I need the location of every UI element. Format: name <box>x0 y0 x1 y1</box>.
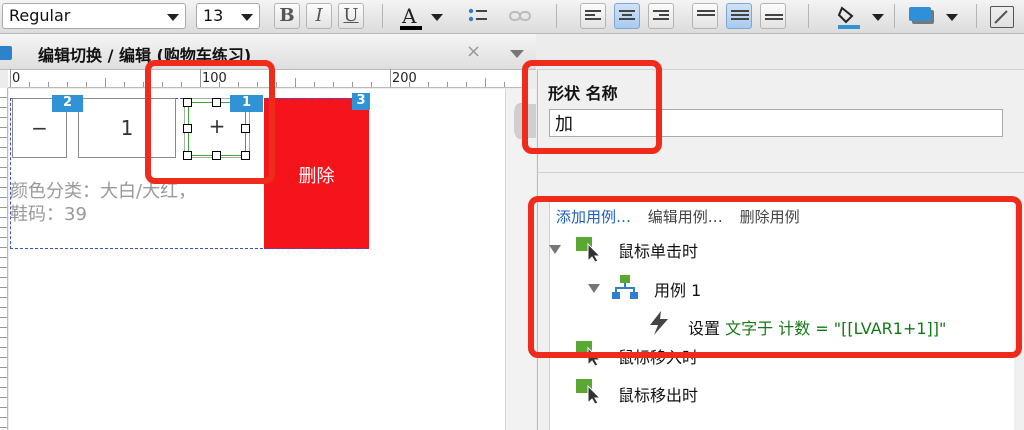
chevron-down-icon[interactable] <box>872 14 884 21</box>
vertical-ruler <box>0 88 8 430</box>
highlight-case-editor <box>528 196 1022 358</box>
overflow-icon <box>994 10 1008 24</box>
app-window: Regular 13 B I U A 编辑切换 / 编辑 (购物车练习) × 0… <box>0 0 1024 430</box>
valign-top-button[interactable] <box>692 3 718 29</box>
toolbar-overflow-button[interactable] <box>990 6 1014 28</box>
event-mouse-leave[interactable]: 鼠标移出时 <box>618 382 698 406</box>
formatting-toolbar: Regular 13 B I U A <box>0 0 1024 34</box>
ruler-tick <box>504 82 505 87</box>
align-left-button[interactable] <box>580 3 606 29</box>
ruler-tick <box>352 82 353 87</box>
ruler-tick <box>48 82 49 87</box>
ruler-mark: 200 <box>392 71 417 86</box>
link-icon <box>509 11 531 21</box>
valign-middle-icon <box>731 10 749 24</box>
shadow-icon <box>909 7 934 24</box>
align-right-icon <box>653 10 671 24</box>
ruler-tick <box>409 82 410 87</box>
panel-divider <box>537 172 1024 173</box>
interaction-badge: 3 <box>352 93 370 110</box>
ruler-tick <box>67 82 68 87</box>
ruler-tick <box>390 69 391 87</box>
shadow-button[interactable] <box>908 6 936 28</box>
underline-icon: U <box>343 5 359 26</box>
toolbar-divider <box>894 4 895 28</box>
mouse-leave-event-icon <box>576 379 601 404</box>
valign-top-icon <box>697 10 715 24</box>
valign-middle-button[interactable] <box>726 3 752 29</box>
bullet-list-icon <box>468 8 487 22</box>
toolbar-divider <box>808 4 809 28</box>
ruler-tick <box>333 82 334 87</box>
italic-button[interactable]: I <box>306 3 332 29</box>
align-right-button[interactable] <box>648 3 674 29</box>
fill-color-button[interactable] <box>836 4 862 30</box>
ruler-tick <box>295 78 296 87</box>
ruler-tick <box>485 78 486 87</box>
bold-button[interactable]: B <box>274 3 300 29</box>
align-left-icon <box>585 10 603 24</box>
ruler-tick <box>428 82 429 87</box>
ruler-tick <box>124 82 125 87</box>
valign-bottom-icon <box>765 10 783 24</box>
underline-button[interactable]: U <box>338 3 364 29</box>
ruler-tick <box>105 78 106 87</box>
valign-bottom-button[interactable] <box>760 3 786 29</box>
ruler-tick <box>10 69 11 87</box>
ruler-mark: 0 <box>12 71 21 86</box>
chevron-down-icon <box>167 14 179 21</box>
bold-icon: B <box>279 5 295 26</box>
font-size-value: 13 <box>203 6 224 25</box>
chevron-down-icon <box>241 14 253 21</box>
chevron-down-icon[interactable] <box>946 14 958 21</box>
font-color-button[interactable]: A <box>398 4 424 30</box>
highlight-shape-name <box>522 60 662 154</box>
interaction-badge: 2 <box>52 95 83 112</box>
page-icon <box>0 46 12 60</box>
quantity-value: 1 <box>120 116 134 140</box>
font-style-value: Regular <box>9 6 71 25</box>
minus-label: − <box>31 116 48 140</box>
ruler-tick <box>447 82 448 87</box>
ruler-tick <box>314 82 315 87</box>
align-center-button[interactable] <box>614 3 640 29</box>
paint-bucket-icon <box>837 6 860 29</box>
font-color-icon: A <box>402 4 417 28</box>
close-icon[interactable]: × <box>466 41 481 62</box>
align-center-icon <box>619 10 637 24</box>
product-size-text: 鞋码：39 <box>10 204 87 225</box>
chevron-down-icon[interactable] <box>431 14 443 21</box>
ruler-tick <box>86 82 87 87</box>
tab-menu-chevron-icon[interactable] <box>510 50 524 58</box>
toolbar-divider <box>556 4 557 28</box>
ruler-tick <box>143 82 144 87</box>
toolbar-divider <box>976 4 977 28</box>
toolbar-divider <box>382 4 383 28</box>
ruler-tick <box>466 82 467 87</box>
bullet-list-button[interactable] <box>468 6 488 26</box>
font-size-select[interactable]: 13 <box>196 3 260 29</box>
font-style-select[interactable]: Regular <box>2 3 186 29</box>
font-color-swatch <box>400 26 422 30</box>
ruler-tick <box>371 82 372 87</box>
ruler-tick <box>276 82 277 87</box>
italic-icon: I <box>315 5 323 26</box>
link-button[interactable] <box>508 6 532 26</box>
highlight-plus-button <box>145 60 275 184</box>
ruler-tick <box>29 82 30 87</box>
